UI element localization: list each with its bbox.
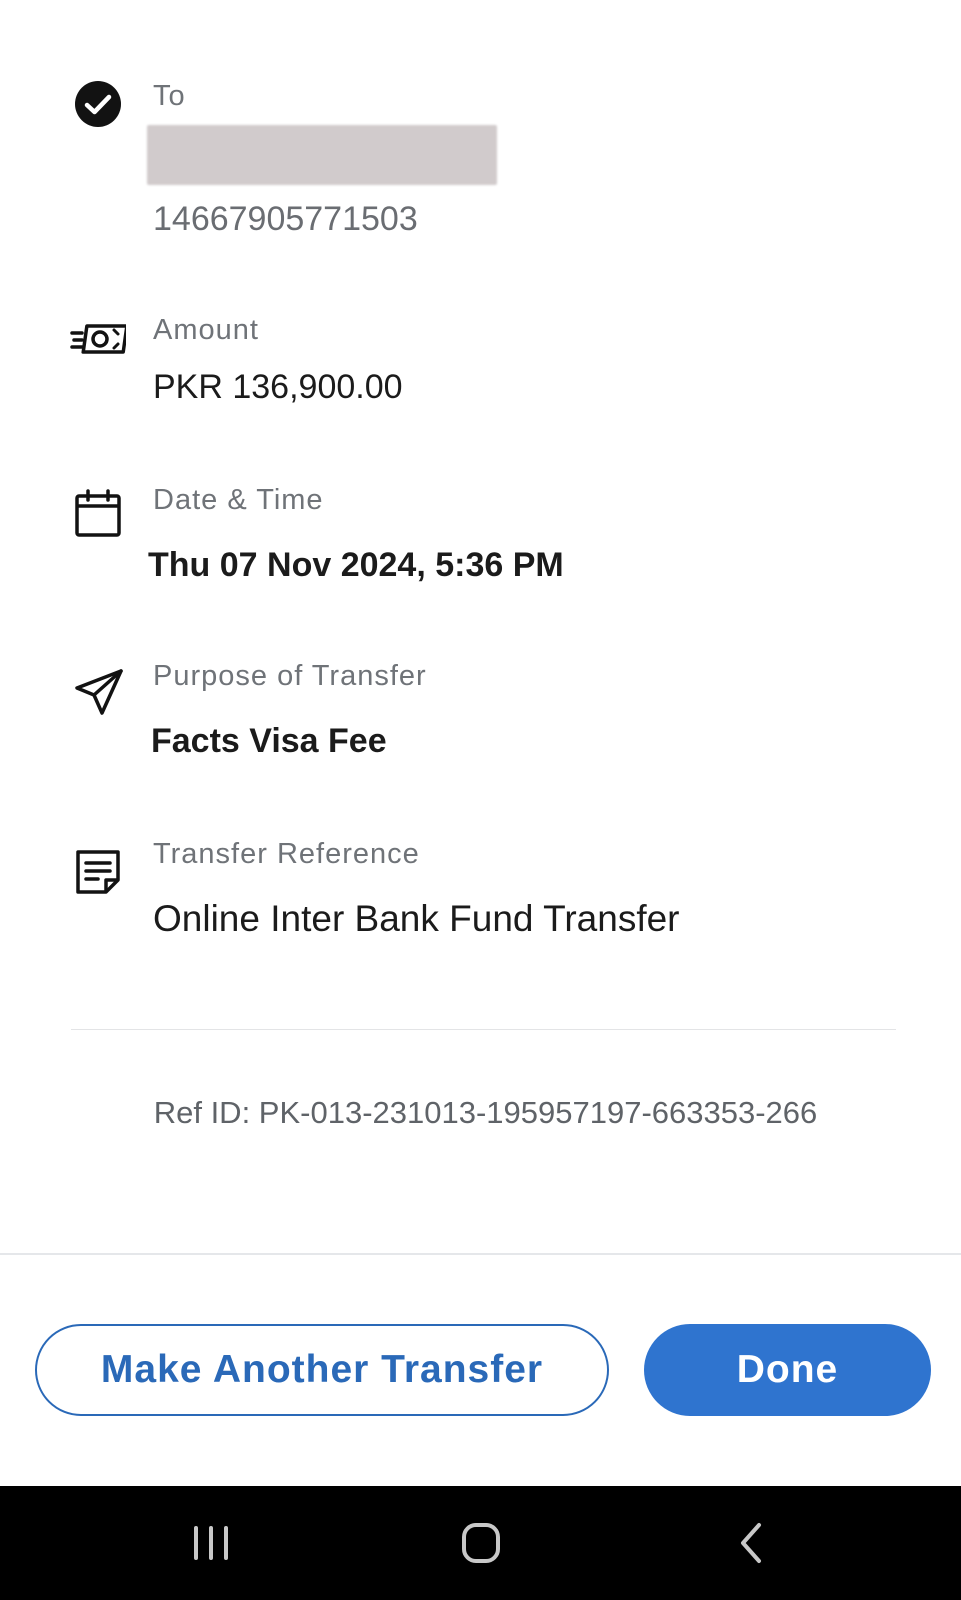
send-icon (74, 668, 124, 718)
divider (71, 1029, 896, 1030)
back-icon[interactable] (722, 1516, 782, 1570)
recipient-name-redacted (147, 125, 497, 185)
reference-value: Online Inter Bank Fund Transfer (153, 898, 680, 939)
recent-apps-icon[interactable] (182, 1516, 242, 1570)
make-another-transfer-button[interactable]: Make Another Transfer (35, 1324, 609, 1416)
system-navigation-bar (0, 1486, 961, 1600)
recipient-label: To (153, 80, 186, 112)
footer-divider (0, 1253, 961, 1255)
note-icon (74, 848, 124, 898)
done-button[interactable]: Done (644, 1324, 931, 1416)
calendar-icon (74, 488, 124, 538)
amount-value: PKR 136,900.00 (153, 368, 403, 406)
reference-label: Transfer Reference (153, 838, 420, 870)
amount-label: Amount (153, 314, 259, 346)
check-circle-icon (74, 80, 124, 130)
purpose-value: Facts Visa Fee (151, 722, 387, 760)
recipient-account-number: 14667905771503 (153, 200, 418, 238)
ref-id: Ref ID: PK-013-231013-195957197-663353-2… (153, 1095, 818, 1130)
datetime-label: Date & Time (153, 484, 324, 516)
cash-icon (70, 318, 129, 368)
purpose-label: Purpose of Transfer (153, 660, 427, 692)
datetime-value: Thu 07 Nov 2024, 5:36 PM (148, 546, 564, 584)
home-icon[interactable] (451, 1516, 511, 1570)
